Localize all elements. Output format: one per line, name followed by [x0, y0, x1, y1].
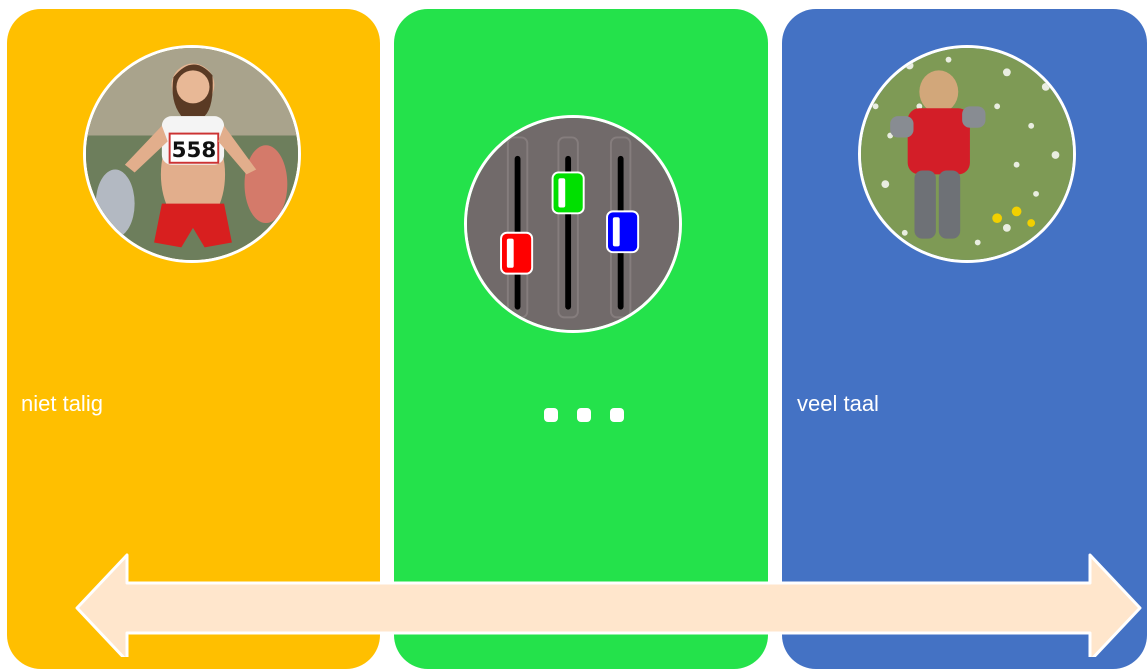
- runner-photo: 558: [83, 45, 301, 263]
- label-veel-taal: veel taal: [797, 391, 879, 416]
- mixer-sliders-icon: [464, 115, 682, 333]
- blue-slider-knob: [606, 210, 640, 254]
- red-slider-knob: [500, 231, 534, 275]
- ellipsis-icon: [544, 408, 624, 422]
- runner-illustration: 558: [86, 48, 298, 260]
- runner-bib-number: 558: [172, 138, 217, 163]
- label-niet-talig: niet talig: [21, 391, 103, 416]
- panel-veel-taal: veel taal: [782, 9, 1147, 669]
- panel-middle: [394, 9, 768, 669]
- toddler-photo: [858, 45, 1076, 263]
- panel-niet-talig: 558 niet talig: [7, 9, 380, 669]
- green-slider-knob: [551, 171, 585, 215]
